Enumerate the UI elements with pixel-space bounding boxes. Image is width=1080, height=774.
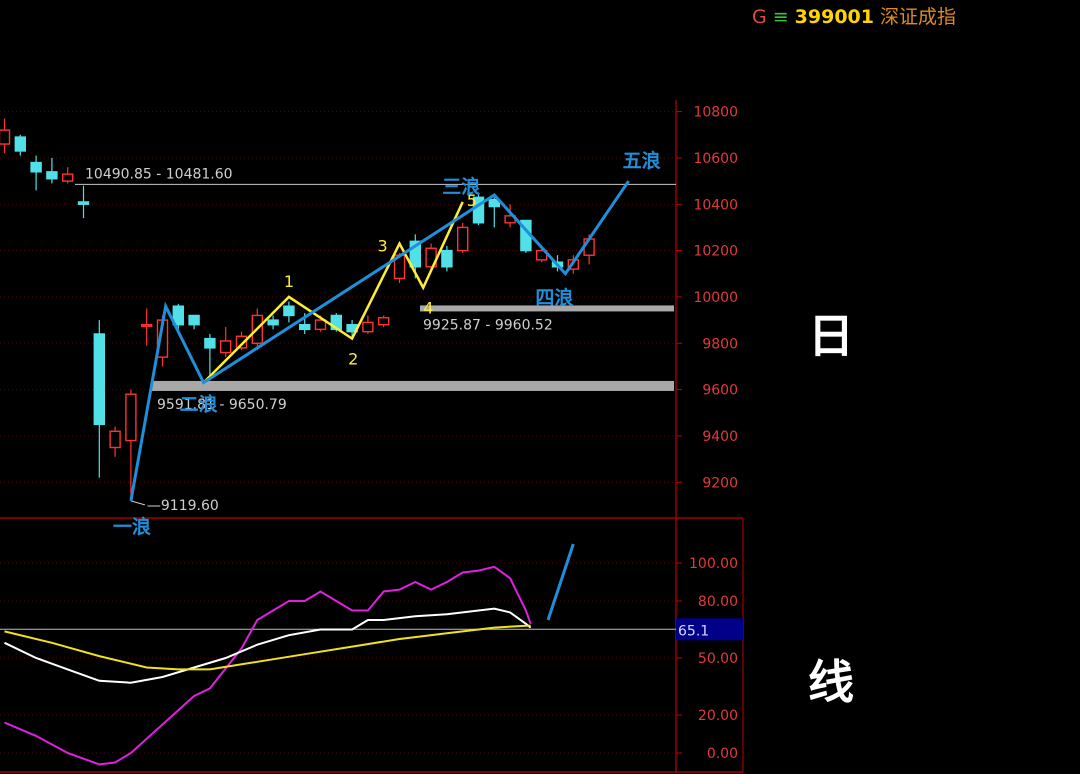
candle-body bbox=[204, 337, 216, 349]
price-tick-label: 10600 bbox=[693, 151, 738, 167]
price-tick-label: 10400 bbox=[693, 197, 738, 213]
kdj-series-kdj_j bbox=[4, 565, 532, 766]
candle-body bbox=[62, 173, 74, 182]
subwave-label: 3 bbox=[378, 237, 388, 256]
candle-body bbox=[109, 430, 121, 449]
support-band-label: 9925.87 - 9960.52 bbox=[423, 317, 553, 333]
candle-body bbox=[188, 314, 200, 326]
wave-label: 四浪 bbox=[535, 286, 573, 309]
candle-body bbox=[140, 324, 153, 327]
candle-body bbox=[93, 333, 106, 426]
low-label: —9119.60 bbox=[147, 498, 219, 514]
candle-body bbox=[14, 136, 27, 152]
kdj-series-kdj_d bbox=[4, 624, 531, 671]
price-tick-label: 9600 bbox=[702, 383, 738, 399]
candle-body bbox=[219, 340, 232, 354]
candle-body bbox=[378, 317, 390, 326]
wave-label: 二浪 bbox=[180, 393, 218, 416]
support-band-label: 9591.81 - 9650.79 bbox=[157, 397, 287, 413]
candle-body bbox=[457, 226, 469, 252]
candle-body bbox=[299, 324, 311, 331]
price-tick-label: 10000 bbox=[693, 290, 738, 306]
candle-body bbox=[125, 393, 137, 442]
kdj-series-kdj_k bbox=[4, 607, 532, 684]
chart-area[interactable]: 10800 10600 10400 10200 10000 9800 9600 9400 920… bbox=[0, 0, 1080, 774]
subwave-label: 2 bbox=[348, 350, 358, 369]
subwave-line bbox=[202, 201, 464, 384]
candle-body bbox=[362, 321, 374, 333]
price-tick-label: 9800 bbox=[702, 336, 738, 352]
price-tick-label: 9200 bbox=[702, 475, 738, 491]
candle-body bbox=[441, 249, 453, 268]
candle-body bbox=[267, 319, 279, 326]
kdj-series-wave bbox=[546, 543, 575, 621]
candle-body bbox=[283, 305, 295, 317]
subwave-label: 4 bbox=[423, 299, 433, 318]
kdj-tick-label: 80.00 bbox=[698, 594, 738, 610]
current-value-label: 65.1 bbox=[678, 623, 709, 639]
candle-body bbox=[46, 171, 58, 180]
kdj-tick-label: 20.00 bbox=[698, 708, 738, 724]
wave-label: 一浪 bbox=[113, 515, 151, 538]
candle-body bbox=[77, 201, 90, 205]
wave-label: 三浪 bbox=[442, 175, 480, 198]
price-tick-label: 9400 bbox=[702, 429, 738, 445]
kdj-tick-label: 100.00 bbox=[689, 556, 738, 572]
wave-label: 五浪 bbox=[623, 149, 661, 172]
low-pointer bbox=[130, 500, 146, 506]
candle-body bbox=[30, 161, 42, 173]
subwave-label: 1 bbox=[284, 272, 294, 291]
candle-body bbox=[0, 129, 11, 145]
price-tick-label: 10800 bbox=[693, 105, 738, 121]
support-band bbox=[152, 380, 674, 391]
resistance-label: 10490.85 - 10481.60 bbox=[85, 166, 233, 182]
kdj-tick-label: 50.00 bbox=[698, 651, 738, 667]
price-tick-label: 10200 bbox=[693, 244, 738, 260]
kdj-tick-label: 0.00 bbox=[707, 746, 738, 762]
